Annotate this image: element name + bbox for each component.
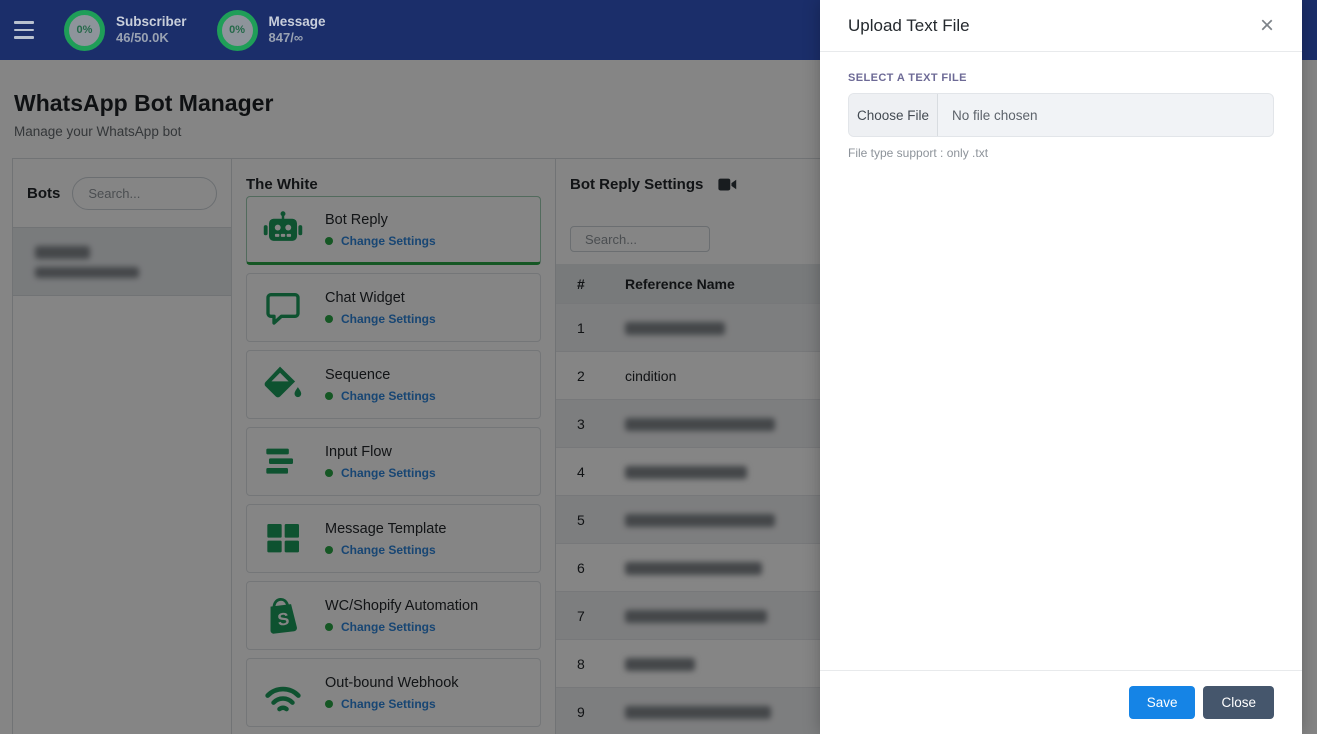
message-label: Message — [268, 13, 326, 29]
redacted-reference-name — [625, 706, 771, 720]
redacted-reference-name — [625, 562, 762, 576]
modal-body: SELECT A TEXT FILE Choose File No file c… — [820, 52, 1302, 670]
subscriber-progress-ring: 0% — [64, 9, 105, 51]
whatsapp-bot-manager-app: 0% Subscriber 46/50.0K 0% Message 847/∞ … — [0, 0, 1317, 734]
status-dot — [325, 468, 333, 477]
upload-text-file-modal: Upload Text File × SELECT A TEXT FILE Ch… — [820, 0, 1302, 734]
file-type-helper-text: File type support : only .txt — [848, 146, 989, 160]
change-settings-link[interactable]: Change Settings — [325, 697, 459, 711]
wifi-arcs-icon — [261, 671, 305, 715]
change-settings-link[interactable]: Change Settings — [325, 389, 436, 403]
redacted-reference-name — [625, 514, 775, 528]
page-title: WhatsApp Bot Manager — [14, 90, 274, 116]
page-subtitle: Manage your WhatsApp bot — [14, 124, 182, 139]
no-file-chosen-text: No file chosen — [952, 107, 1038, 123]
change-settings-link[interactable]: Change Settings — [325, 543, 446, 557]
modal-footer: Save Close — [820, 670, 1302, 734]
settings-panel-title: Bot Reply Settings — [570, 176, 704, 193]
redacted-bot-name — [35, 245, 90, 259]
bots-panel: Bots — [13, 159, 232, 734]
reference-name: cindition — [625, 367, 677, 384]
redacted-reference-name — [625, 466, 747, 480]
feature-card-chat-widget[interactable]: Chat Widget Change Settings — [246, 273, 541, 342]
feature-card-outbound-webhook[interactable]: Out-bound Webhook Change Settings — [246, 658, 541, 727]
file-field-label: SELECT A TEXT FILE — [848, 72, 967, 84]
input-bars-icon — [261, 440, 305, 484]
features-panel-header: The White — [232, 159, 555, 196]
bot-list-item-selected[interactable] — [13, 228, 231, 296]
status-dot — [325, 699, 333, 708]
redacted-reference-name — [625, 322, 725, 336]
feature-card-message-template[interactable]: Message Template Change Settings — [246, 504, 541, 573]
message-value: 847/∞ — [268, 30, 304, 46]
status-dot — [325, 236, 333, 245]
close-icon[interactable]: × — [1260, 13, 1274, 38]
redacted-reference-name — [625, 418, 775, 432]
modal-header: Upload Text File × — [820, 0, 1302, 52]
status-dot — [325, 622, 333, 631]
feature-name: Sequence — [325, 366, 391, 383]
redacted-bot-number — [35, 266, 139, 278]
bots-panel-header: Bots — [13, 159, 231, 228]
feature-name: Message Template — [325, 520, 447, 537]
modal-title: Upload Text File — [848, 15, 970, 35]
feature-name: Out-bound Webhook — [325, 674, 459, 691]
bots-panel-title: Bots — [27, 184, 61, 202]
feature-cards: Bot Reply Change Settings Chat Widget Ch… — [232, 196, 555, 734]
choose-file-button[interactable]: Choose File — [849, 94, 938, 136]
svg-text:S: S — [276, 608, 290, 629]
video-camera-icon[interactable] — [718, 177, 737, 192]
shopify-bag-icon: S — [261, 594, 305, 638]
chat-bubble-icon — [261, 286, 305, 330]
change-settings-link[interactable]: Change Settings — [325, 234, 436, 248]
grid-icon — [261, 517, 305, 561]
status-dot — [325, 545, 333, 554]
features-panel: The White Bot Reply Change Settings Chat… — [232, 159, 556, 734]
feature-card-input-flow[interactable]: Input Flow Change Settings — [246, 427, 541, 496]
feature-card-sequence[interactable]: Sequence Change Settings — [246, 350, 541, 419]
feature-name: Bot Reply — [325, 211, 388, 228]
feature-card-shopify-automation[interactable]: S WC/Shopify Automation Change Settings — [246, 581, 541, 650]
reference-search-input[interactable] — [570, 226, 710, 252]
bots-search-input[interactable] — [72, 176, 217, 210]
change-settings-link[interactable]: Change Settings — [325, 620, 478, 634]
redacted-reference-name — [625, 610, 767, 624]
paint-bucket-icon — [261, 363, 305, 407]
status-dot — [325, 391, 333, 400]
subscriber-stat: 0% Subscriber 46/50.0K — [64, 9, 187, 51]
features-panel-title: The White — [246, 176, 318, 193]
feature-name: Chat Widget — [325, 289, 405, 306]
subscriber-value: 46/50.0K — [116, 30, 169, 46]
robot-icon — [261, 208, 305, 252]
change-settings-link[interactable]: Change Settings — [325, 312, 436, 326]
subscriber-label: Subscriber — [116, 13, 187, 29]
message-stat: 0% Message 847/∞ — [216, 9, 326, 51]
column-header-number: # — [556, 264, 624, 304]
change-settings-link[interactable]: Change Settings — [325, 466, 436, 480]
feature-name: WC/Shopify Automation — [325, 597, 479, 614]
status-dot — [325, 314, 333, 323]
save-button[interactable]: Save — [1128, 686, 1196, 719]
redacted-reference-name — [625, 658, 695, 672]
feature-card-bot-reply[interactable]: Bot Reply Change Settings — [246, 196, 541, 265]
file-upload-input[interactable]: Choose File No file chosen — [848, 93, 1274, 137]
hamburger-menu-icon[interactable] — [14, 21, 34, 39]
message-progress-ring: 0% — [216, 9, 258, 51]
feature-name: Input Flow — [325, 443, 392, 460]
close-button[interactable]: Close — [1203, 686, 1274, 719]
